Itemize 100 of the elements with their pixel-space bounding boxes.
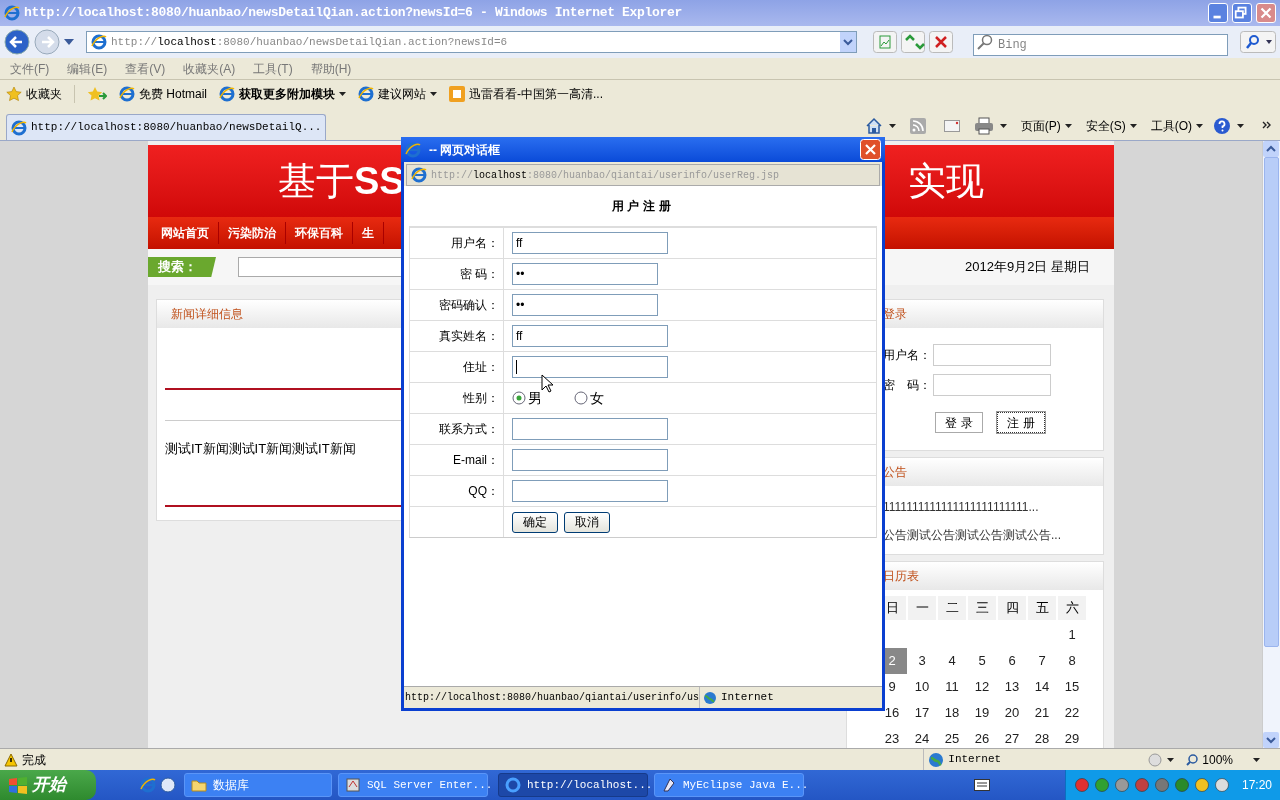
- keyboard-icon[interactable]: [974, 779, 990, 791]
- tray-icon[interactable]: [1153, 777, 1170, 793]
- dropdown-icon[interactable]: [64, 39, 74, 45]
- print-icon[interactable]: [973, 117, 994, 135]
- calendar-day[interactable]: 16: [877, 700, 907, 726]
- menu-item[interactable]: 文件(F): [10, 59, 50, 78]
- calendar-day[interactable]: 15: [1057, 674, 1087, 700]
- favorites-label[interactable]: 收藏夹: [26, 85, 62, 103]
- mail-icon[interactable]: [943, 120, 960, 132]
- form-button[interactable]: 登 录: [935, 412, 983, 433]
- calendar-day[interactable]: 17: [907, 700, 937, 726]
- input-field[interactable]: [933, 374, 1051, 396]
- chevron-icon[interactable]: [1262, 121, 1272, 131]
- start-button[interactable]: 开始: [0, 770, 96, 800]
- radio-option[interactable]: 女: [574, 387, 604, 409]
- nav-link[interactable]: 生: [353, 222, 384, 244]
- command-menu[interactable]: 页面(P): [1020, 117, 1072, 135]
- input-field[interactable]: [512, 449, 668, 471]
- input-field[interactable]: ff: [512, 232, 668, 254]
- close-button[interactable]: [860, 139, 881, 160]
- taskbar-button[interactable]: http://localhost...: [498, 773, 648, 797]
- tray-icon[interactable]: [1193, 777, 1210, 793]
- favorite-link[interactable]: 迅雷看看-中国第一高清...: [449, 85, 603, 103]
- command-menu[interactable]: 安全(S): [1085, 117, 1137, 135]
- compatibility-icon[interactable]: [873, 31, 897, 53]
- add-favorite-icon[interactable]: [87, 86, 107, 102]
- tray-icon[interactable]: [1173, 777, 1190, 793]
- notice-link[interactable]: 1111111111111111111111111...: [883, 498, 1103, 516]
- radio-option[interactable]: 男: [512, 387, 542, 409]
- caret-icon[interactable]: [1253, 757, 1260, 762]
- calendar-day[interactable]: 28: [1027, 726, 1057, 748]
- dropdown-button[interactable]: [840, 32, 856, 52]
- minimize-button[interactable]: [1208, 3, 1228, 23]
- calendar-day[interactable]: 20: [997, 700, 1027, 726]
- form-button[interactable]: 确定: [512, 511, 558, 533]
- radio-button[interactable]: [512, 391, 526, 405]
- menu-item[interactable]: 帮助(H): [310, 59, 352, 78]
- browser-tab[interactable]: http://localhost:8080/huanbao/newsDetailQ...: [6, 114, 327, 140]
- search-button[interactable]: [1240, 31, 1276, 53]
- radio-button[interactable]: [574, 391, 588, 405]
- nav-link[interactable]: 污染防治: [219, 222, 286, 244]
- form-button[interactable]: 注 册: [997, 412, 1045, 433]
- calendar-day[interactable]: 1: [1057, 622, 1087, 648]
- menu-item[interactable]: 查看(V): [125, 59, 166, 78]
- calendar-day[interactable]: 3: [907, 648, 937, 674]
- calendar-day[interactable]: 26: [967, 726, 997, 748]
- calendar-day[interactable]: 5: [967, 648, 997, 674]
- stop-icon[interactable]: [929, 31, 953, 53]
- input-field[interactable]: ••: [512, 294, 658, 316]
- command-menu[interactable]: 工具(O): [1150, 117, 1203, 135]
- close-button[interactable]: [1256, 3, 1276, 23]
- tray-icon[interactable]: [1093, 777, 1110, 793]
- taskbar-button[interactable]: 数据库: [184, 773, 332, 797]
- calendar-day[interactable]: 11: [937, 674, 967, 700]
- favorite-link[interactable]: 免费 Hotmail: [119, 85, 207, 103]
- input-field[interactable]: [933, 344, 1051, 366]
- calendar-day[interactable]: 27: [997, 726, 1027, 748]
- refresh-icon[interactable]: [901, 31, 925, 53]
- address-field[interactable]: http://localhost:8080/huanbao/newsDetailQian.action?newsId=6: [86, 31, 857, 53]
- browser-icon[interactable]: [140, 777, 156, 793]
- protected-mode-icon[interactable]: [1147, 751, 1164, 768]
- home-icon[interactable]: [864, 117, 883, 135]
- calendar-day[interactable]: 13: [997, 674, 1027, 700]
- taskbar-button[interactable]: MyEclipse Java E...: [654, 773, 804, 797]
- input-field[interactable]: [512, 418, 668, 440]
- help-icon[interactable]: [1213, 117, 1231, 135]
- menu-item[interactable]: 收藏夹(A): [183, 59, 236, 78]
- menu-item[interactable]: 工具(T): [253, 59, 293, 78]
- calendar-day[interactable]: 10: [907, 674, 937, 700]
- scroll-thumb[interactable]: [1264, 157, 1279, 647]
- calendar-day[interactable]: 19: [967, 700, 997, 726]
- calendar-day[interactable]: 24: [907, 726, 937, 748]
- input-field[interactable]: ff: [512, 325, 668, 347]
- calendar-day[interactable]: 25: [937, 726, 967, 748]
- calendar-day[interactable]: 4: [937, 648, 967, 674]
- calendar-day[interactable]: 12: [967, 674, 997, 700]
- calendar-day[interactable]: 18: [937, 700, 967, 726]
- scroll-up-icon[interactable]: [1263, 141, 1279, 157]
- calendar-day[interactable]: 6: [997, 648, 1027, 674]
- calendar-day[interactable]: 29: [1057, 726, 1087, 748]
- calendar-day[interactable]: 8: [1057, 648, 1087, 674]
- favorite-link[interactable]: 建议网站: [358, 85, 437, 103]
- scrollbar[interactable]: [1262, 141, 1280, 748]
- favorite-link[interactable]: 获取更多附加模块: [219, 85, 346, 103]
- form-button[interactable]: 取消: [564, 511, 610, 533]
- tray-icon[interactable]: [1133, 777, 1150, 793]
- tray-icon[interactable]: [1073, 777, 1090, 793]
- calendar-day[interactable]: 21: [1027, 700, 1057, 726]
- input-field[interactable]: [512, 356, 668, 378]
- taskbar-button[interactable]: SQL Server Enter...: [338, 773, 488, 797]
- input-field[interactable]: [512, 480, 668, 502]
- search-field[interactable]: Bing: [973, 34, 1228, 56]
- calendar-day[interactable]: 22: [1057, 700, 1087, 726]
- nav-link[interactable]: 环保百科: [286, 222, 353, 244]
- app-icon[interactable]: [160, 777, 176, 793]
- back-button[interactable]: [4, 29, 30, 55]
- tray-icon[interactable]: [1113, 777, 1130, 793]
- calendar-day[interactable]: 14: [1027, 674, 1057, 700]
- zoom-control[interactable]: 100%: [1186, 750, 1233, 769]
- calendar-day[interactable]: 7: [1027, 648, 1057, 674]
